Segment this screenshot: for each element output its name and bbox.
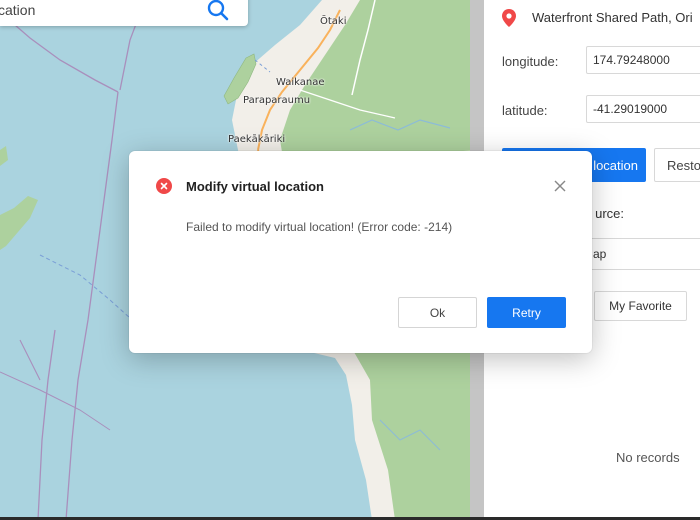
error-dialog: Modify virtual location Failed to modify… [129, 151, 592, 353]
longitude-label: longitude: [502, 54, 559, 69]
ok-button[interactable]: Ok [398, 297, 477, 328]
search-icon[interactable] [204, 0, 232, 24]
location-search-input[interactable] [0, 0, 200, 26]
location-pin-icon [502, 9, 516, 27]
retry-button[interactable]: Retry [487, 297, 566, 328]
map-label-paekakariki: Paekākāriki [228, 134, 286, 145]
latitude-label: latitude: [502, 103, 548, 118]
dialog-title: Modify virtual location [186, 179, 324, 194]
map-label-otaki: Ōtaki [320, 16, 347, 27]
close-icon[interactable] [553, 179, 567, 193]
map-label-paraparaumu: Paraparaumu [243, 95, 311, 106]
error-icon [156, 178, 172, 194]
current-location-text: Waterfront Shared Path, Ori [532, 10, 693, 25]
map-search-box [0, 0, 248, 26]
latitude-input[interactable] [586, 95, 700, 123]
map-label-waikanae: Waikanae [276, 77, 325, 88]
no-records-text: No records [616, 450, 680, 465]
longitude-input[interactable] [586, 46, 700, 74]
dialog-message: Failed to modify virtual location! (Erro… [186, 220, 453, 234]
restore-location-button[interactable]: Resto [654, 148, 700, 182]
my-favorite-button[interactable]: My Favorite [594, 291, 687, 321]
